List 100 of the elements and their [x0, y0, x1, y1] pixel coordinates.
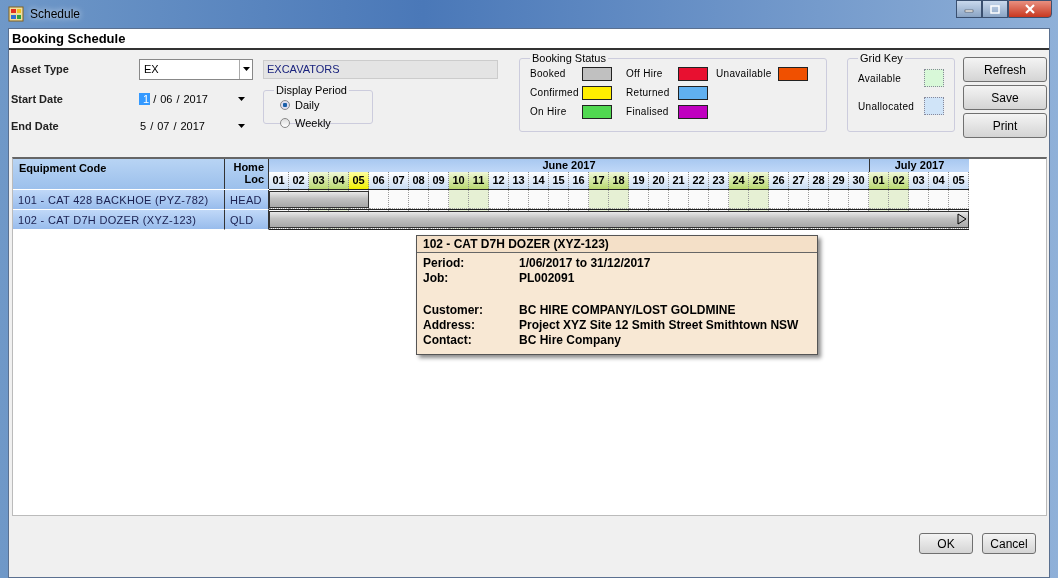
tooltip-label: Period: [423, 256, 466, 271]
grid-cell [409, 190, 429, 209]
asset-type-dropdown[interactable]: EX [139, 58, 253, 80]
tooltip-value: BC HIRE COMPANY/LOST GOLDMINE [519, 303, 736, 318]
grid-cell [869, 190, 889, 209]
grid-cell [489, 190, 509, 209]
equipment-cell[interactable]: 102 - CAT D7H DOZER (XYZ-123) [13, 210, 225, 230]
close-button[interactable] [1008, 0, 1052, 18]
day-header: 26 [769, 172, 789, 189]
grid-cell [789, 190, 809, 209]
legend-label: Unavailable [716, 68, 773, 79]
day-header: 23 [709, 172, 729, 189]
day-header: 01 [869, 172, 889, 189]
continues-arrow-icon [957, 213, 967, 225]
day-header: 04 [329, 172, 349, 189]
group-title: Grid Key [859, 52, 904, 64]
tooltip-value: BC Hire Company [519, 333, 622, 348]
action-button[interactable]: Refresh [963, 57, 1047, 82]
radio-option[interactable]: Daily [274, 96, 362, 114]
day-header: 05 [949, 172, 969, 189]
day-header: 02 [889, 172, 909, 189]
legend-label: Confirmed [530, 87, 578, 98]
day-header: 25 [749, 172, 769, 189]
radio-option[interactable]: Weekly [274, 114, 362, 132]
day-header: 03 [909, 172, 929, 189]
grid-cell [569, 190, 589, 209]
day-header: 17 [589, 172, 609, 189]
location-cell: HEAD [225, 190, 269, 210]
group-title: Display Period [275, 84, 348, 96]
legend-label: Available [858, 72, 902, 84]
booking-bar[interactable] [269, 211, 969, 228]
maximize-button[interactable] [982, 0, 1008, 18]
description-field: EXCAVATORS [263, 59, 498, 79]
grid-cell [669, 190, 689, 209]
day-header: 03 [309, 172, 329, 189]
grid-cell [809, 190, 829, 209]
grid-cell [469, 190, 489, 209]
day-header: 21 [669, 172, 689, 189]
field-label: Start Date [11, 93, 64, 105]
month-header: June 2017 [541, 159, 597, 172]
booking-bar[interactable] [269, 191, 369, 208]
grid-cell [529, 190, 549, 209]
grid-cell [949, 190, 969, 209]
day-header: 10 [449, 172, 469, 189]
tooltip-label: Customer: [423, 303, 484, 318]
dropdown-arrow-icon [242, 67, 250, 71]
tooltip-label: Address: [423, 318, 476, 333]
day-header: 19 [629, 172, 649, 189]
grid-cell [609, 190, 629, 209]
day-header: 14 [529, 172, 549, 189]
grid-cell [589, 190, 609, 209]
equipment-cell[interactable]: 101 - CAT 428 BACKHOE (PYZ-782) [13, 190, 225, 210]
dropdown-arrow-icon [238, 124, 245, 128]
grid-cell [449, 190, 469, 209]
grid-cell [929, 190, 949, 209]
window-title: Schedule [30, 7, 81, 21]
grid-cell [649, 190, 669, 209]
day-header: 13 [509, 172, 529, 189]
day-header: 09 [429, 172, 449, 189]
grid-cell [429, 190, 449, 209]
grid-cell [889, 190, 909, 209]
grid-cell [689, 190, 709, 209]
dialog-button[interactable]: Cancel [982, 533, 1036, 554]
legend-label: Unallocated [858, 100, 915, 112]
grid-cell [729, 190, 749, 209]
day-header: 11 [469, 172, 489, 189]
day-header: 02 [289, 172, 309, 189]
field-label: Asset Type [11, 63, 70, 75]
dropdown-arrow-icon [238, 97, 245, 101]
day-header: 16 [569, 172, 589, 189]
grid-cell [769, 190, 789, 209]
grid-cell [509, 190, 529, 209]
date-picker[interactable]: 5 / 07 / 2017 [139, 117, 249, 135]
legend-label: Finalised [626, 106, 670, 117]
tooltip-value: Project XYZ Site 12 Smith Street Smithtown NSW [519, 318, 799, 333]
day-header: 12 [489, 172, 509, 189]
grid-cell [849, 190, 869, 209]
day-header: 28 [809, 172, 829, 189]
day-header: 04 [929, 172, 949, 189]
legend-label: Off Hire [626, 68, 664, 79]
app-icon [8, 6, 24, 22]
column-header: Home Loc [225, 159, 269, 189]
grid-cell [829, 190, 849, 209]
day-header: 05 [349, 172, 369, 189]
minimize-button[interactable] [956, 0, 982, 18]
day-header: 24 [729, 172, 749, 189]
tooltip-value: 1/06/2017 to 31/12/2017 [519, 256, 651, 271]
date-picker[interactable]: 1 / 06 / 2017 [139, 90, 249, 108]
day-header: 30 [849, 172, 869, 189]
grid-cell [549, 190, 569, 209]
day-header: 20 [649, 172, 669, 189]
location-cell: QLD [225, 210, 269, 230]
day-header: 07 [389, 172, 409, 189]
field-label: End Date [11, 120, 60, 132]
dialog-button[interactable]: OK [919, 533, 973, 554]
legend-label: Returned [626, 87, 671, 98]
day-header: 06 [369, 172, 389, 189]
grid-cell [629, 190, 649, 209]
action-button[interactable]: Print [963, 113, 1047, 138]
action-button[interactable]: Save [963, 85, 1047, 110]
